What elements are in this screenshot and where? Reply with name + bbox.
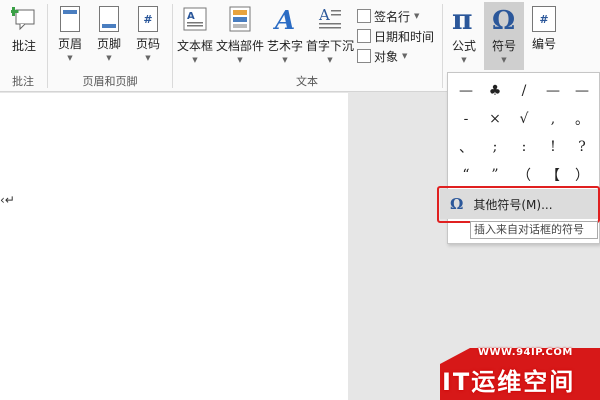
tooltip: 插入来自对话框的符号 [470,221,598,239]
symbol-cell[interactable]: 、 [452,133,480,161]
page-number-label: 页码 [135,37,160,51]
wordart-icon: A [272,4,298,36]
header-button[interactable]: 页眉 ▼ [52,4,88,68]
signature-line-button[interactable]: 签名行 ▼ [357,6,419,26]
symbol-cell[interactable]: “ [452,161,480,189]
chevron-down-icon: ▼ [327,56,333,64]
date-time-button[interactable]: 日期和时间 [357,26,434,46]
omega-icon: Ω [491,4,517,36]
watermark-text: IT运维空间 [442,368,576,396]
quick-parts-button[interactable]: 文档部件 ▼ [215,4,265,68]
number-button[interactable]: # 编号 [525,4,563,68]
header-label: 页眉 [57,37,82,51]
symbol-cell[interactable]: — [539,77,567,105]
calendar-icon [357,29,371,43]
symbol-label: 符号 [491,39,516,53]
chevron-down-icon: ▼ [237,56,243,64]
quick-parts-label: 文档部件 [215,39,264,53]
symbol-cell[interactable]: （ [510,161,538,189]
object-icon [357,49,371,63]
header-footer-group-label: 页眉和页脚 [82,75,138,88]
symbol-cell[interactable]: × [481,105,509,133]
signature-icon [357,9,371,23]
chevron-down-icon: ▼ [282,56,288,64]
footer-icon [99,6,119,32]
textbox-icon: A [182,4,208,34]
drop-cap-icon: A [317,4,343,34]
symbol-cell[interactable]: 。 [568,105,596,133]
wordart-label: 艺术字 [266,39,303,53]
symbol-cell[interactable]: - [452,105,480,133]
comment-group: 批注 批注 [0,0,46,92]
textbox-button[interactable]: A 文本框 ▼ [175,4,215,68]
drop-cap-button[interactable]: A 首字下沉 ▼ [305,4,355,68]
page-number-button[interactable]: # 页码 ▼ [130,4,166,68]
equation-button[interactable]: π 公式 ▼ [445,3,483,68]
symbol-cell[interactable]: ） [568,161,596,189]
symbol-cell[interactable]: — [452,77,480,105]
equation-label: 公式 [451,39,476,53]
svg-text:π: π [452,4,473,34]
object-label: 对象 [374,49,399,64]
wordart-button[interactable]: A 艺术字 ▼ [265,4,305,68]
footer-button[interactable]: 页脚 ▼ [91,4,127,68]
new-comment-button[interactable]: 批注 [6,4,42,68]
chevron-down-icon: ▼ [414,12,420,20]
svg-text:A: A [187,11,195,22]
page-number-icon: # [138,6,158,32]
symbol-cell[interactable]: ! [539,133,567,161]
chevron-down-icon: ▼ [67,54,73,62]
symbol-cell[interactable]: , [539,105,567,133]
svg-text:A: A [272,6,295,34]
symbol-cell[interactable]: ♣ [481,77,509,105]
drop-cap-label: 首字下沉 [305,39,354,53]
highlight-box [437,186,600,223]
comment-icon [8,4,37,34]
textbox-label: 文本框 [176,39,213,53]
number-label: 编号 [531,37,556,51]
chevron-down-icon: ▼ [402,52,408,60]
symbol-cell[interactable]: 【 [539,161,567,189]
number-icon: # [532,6,556,32]
paragraph-mark-icon: ‹↵ [0,193,15,207]
symbol-cell[interactable]: ” [481,161,509,189]
symbol-cell[interactable]: ; [481,133,509,161]
chevron-down-icon: ▼ [145,54,151,62]
symbol-cell[interactable]: ? [568,133,596,161]
footer-label: 页脚 [96,37,121,51]
new-comment-label: 批注 [11,39,36,53]
document-page[interactable]: ‹↵ [0,93,348,400]
symbol-cell[interactable]: / [510,77,538,105]
watermark-url: WWW.94IP.COM [478,347,573,358]
signature-line-label: 签名行 [374,9,411,24]
object-button[interactable]: 对象 ▼ [357,46,407,66]
header-footer-group: 页眉 ▼ 页脚 ▼ # 页码 ▼ 页眉和页脚 [48,0,172,92]
chevron-down-icon: ▼ [501,56,507,64]
svg-text:A: A [318,6,330,24]
symbol-cell[interactable]: : [510,133,538,161]
quick-parts-icon [227,4,253,34]
chevron-down-icon: ▼ [192,56,198,64]
symbol-button[interactable]: Ω 符号 ▼ [484,2,524,70]
text-group-label: 文本 [296,75,318,88]
pi-icon: π [451,3,477,36]
chevron-down-icon: ▼ [461,56,467,64]
header-icon [60,6,80,32]
date-time-label: 日期和时间 [374,29,435,44]
comment-group-label: 批注 [12,75,34,88]
watermark-logo: WWW.94IP.COM IT运维空间 [440,340,600,400]
text-group: A 文本框 ▼ 文档部件 ▼ A 艺术字 ▼ A 首字下沉 ▼ 签名行 ▼ 日期… [173,0,441,92]
symbol-cell[interactable]: √ [510,105,538,133]
chevron-down-icon: ▼ [106,54,112,62]
symbol-cell[interactable]: — [568,77,596,105]
svg-text:Ω: Ω [492,6,515,34]
